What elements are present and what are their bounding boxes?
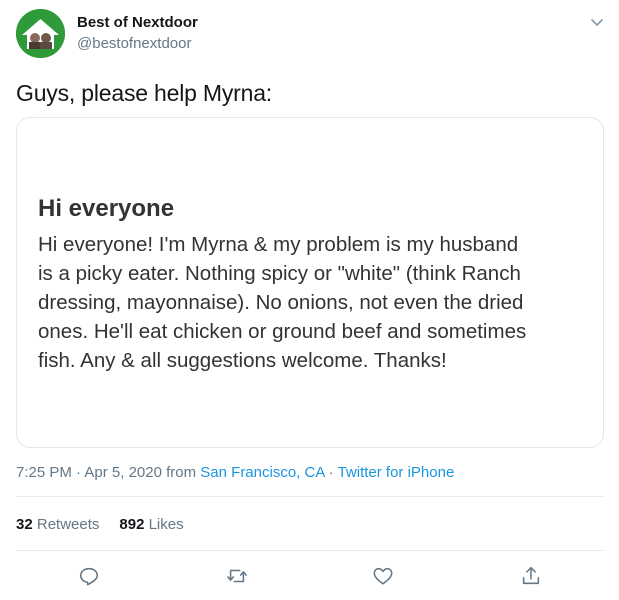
author-handle[interactable]: @bestofnextdoor [77, 35, 191, 52]
like-icon[interactable] [372, 565, 394, 587]
nextdoor-house-avatar-icon [16, 9, 65, 58]
likes-label: Likes [148, 516, 184, 533]
card-body: Hi everyone! I'm Myrna & my problem is m… [38, 230, 598, 375]
chevron-down-icon[interactable] [589, 14, 605, 30]
author-name[interactable]: Best of Nextdoor [77, 14, 198, 31]
share-icon[interactable] [520, 565, 542, 587]
card-line: dressing, mayonnaise). No onions, not ev… [38, 291, 524, 314]
retweets-count: 32 [16, 516, 33, 533]
card-line: ones. He'll eat chicken or ground beef a… [38, 320, 527, 343]
likes-count: 892 [119, 516, 145, 533]
tweet-date[interactable]: Apr 5, 2020 [84, 464, 162, 481]
tweet-text: Guys, please help Myrna: [16, 80, 272, 106]
tweet-stats: 32 Retweets 892 Likes [16, 516, 184, 533]
location-link[interactable]: San Francisco, CA [200, 464, 324, 481]
source-link[interactable]: Twitter for iPhone [338, 464, 455, 481]
card-title: Hi everyone [38, 195, 175, 222]
card-line: Hi everyone! I'm Myrna & my problem is m… [38, 233, 519, 256]
retweets-stat[interactable]: 32 Retweets [16, 516, 99, 533]
retweets-label: Retweets [36, 516, 100, 533]
divider [16, 496, 604, 497]
likes-stat[interactable]: 892 Likes [119, 516, 183, 533]
tweet-time[interactable]: 7:25 PM [16, 464, 72, 481]
avatar[interactable] [16, 9, 65, 58]
retweet-icon[interactable] [226, 565, 248, 587]
reply-icon[interactable] [78, 565, 100, 587]
meta-separator: · [71, 464, 85, 481]
meta-separator: · [324, 464, 338, 481]
card-line: fish. Any & all suggestions welcome. Tha… [38, 349, 447, 372]
card-line: is a picky eater. Nothing spicy or "whit… [38, 262, 521, 285]
tweet-meta: 7:25 PM · Apr 5, 2020 from San Francisco… [16, 464, 454, 481]
attached-image-card[interactable]: Hi everyone Hi everyone! I'm Myrna & my … [16, 117, 604, 448]
meta-from: from [161, 464, 201, 481]
divider [16, 550, 604, 551]
